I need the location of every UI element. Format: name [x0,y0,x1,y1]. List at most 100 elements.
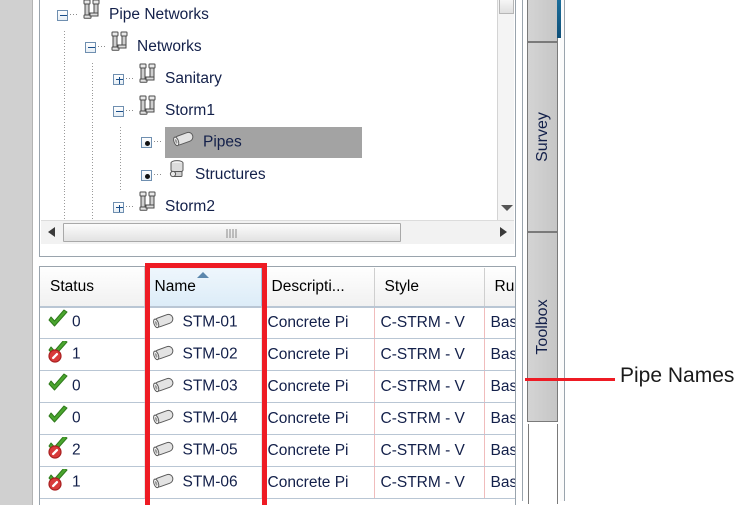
leaf-node-icon[interactable] [141,169,152,181]
column-header-name[interactable]: Name [143,267,262,308]
cell-rule[interactable]: Bas [484,370,516,403]
cell-description[interactable]: Concrete Pi [261,434,375,467]
pipe-network-icon [137,191,159,221]
status-count: 1 [72,473,81,491]
tab-strip-left-edge [522,0,526,501]
style-text: C-STRM - V [380,409,465,427]
pipe-name: STM-02 [182,345,238,363]
tab-toolbox[interactable]: Toolbox [527,232,558,422]
table-row[interactable]: 1 STM-02 Concrete Pi C-STRM - V Bas [40,338,516,371]
pipe-networks-tree-panel: Pipe Networks Networks Sanitary Storm1 Pipes… [39,0,516,257]
style-text: C-STRM - V [380,441,465,459]
cell-name[interactable]: STM-05 [144,434,262,467]
cell-status[interactable]: 0 [40,370,145,403]
rule-text: Bas [490,345,516,363]
table-row[interactable]: 1 STM-06 Concrete Pi C-STRM - V Bas [40,466,515,499]
structure-icon [165,159,189,191]
pipe-icon [151,439,177,462]
column-header-rule[interactable]: Ru [484,267,515,308]
expand-icon[interactable] [113,73,124,85]
table-row[interactable]: 2 STM-05 Concrete Pi C-STRM - V Bas [40,434,515,467]
cell-status[interactable]: 0 [40,306,145,339]
cell-style[interactable]: C-STRM - V [374,402,485,435]
collapse-icon[interactable] [85,41,96,53]
vertical-scrollbar-thumb[interactable] [499,0,514,14]
description-text: Concrete Pi [267,313,349,331]
tree-vertical-scrollbar[interactable] [497,0,514,221]
tree-item-structures[interactable]: Structures [41,159,497,191]
cell-style[interactable]: C-STRM - V [374,434,485,467]
tree-item-sanitary[interactable]: Sanitary [41,63,497,95]
tree-connector [126,77,135,79]
tree-connector [98,45,107,47]
tree-item-storm2[interactable]: Storm2 [41,191,497,221]
tree-item-pipe-networks[interactable]: Pipe Networks [41,0,497,31]
table-header-row: Status Name Descripti... Style Ru [40,267,515,308]
cell-rule[interactable]: Bas [484,402,516,435]
column-header-description[interactable]: Descripti... [261,267,375,308]
cell-rule[interactable]: Bas [484,434,515,467]
cell-style[interactable]: C-STRM - V [374,338,485,371]
cell-status[interactable]: 0 [40,402,145,435]
cell-rule[interactable]: Bas [484,466,515,499]
grip-icon [226,229,238,238]
cell-description[interactable]: Concrete Pi [261,306,375,339]
rule-text: Bas [490,377,516,395]
cell-style[interactable]: C-STRM - V [374,370,485,403]
pipe-icon [171,129,197,156]
cell-status[interactable]: 1 [40,466,145,499]
cell-description[interactable]: Concrete Pi [261,466,375,499]
status-warning-icon [46,467,70,496]
column-header-label: Ru [494,277,515,295]
cell-description[interactable]: Concrete Pi [261,338,375,371]
chevron-down-icon[interactable] [501,205,513,211]
cell-status[interactable]: 2 [40,434,145,467]
cell-style[interactable]: C-STRM - V [374,306,485,339]
rule-text: Bas [490,409,516,427]
expand-icon[interactable] [113,201,124,213]
cell-description[interactable]: Concrete Pi [261,402,375,435]
left-gutter [0,0,33,505]
tree-item-storm1[interactable]: Storm1 [41,95,497,127]
column-header-label: Descripti... [271,277,345,295]
cell-name[interactable]: STM-03 [144,370,262,403]
status-ok-icon [46,405,70,432]
tree-horizontal-scrollbar[interactable] [41,220,514,244]
tree-item-label: Pipe Networks [109,6,209,23]
sort-ascending-icon [196,272,209,278]
status-count: 0 [72,409,81,427]
tree-view[interactable]: Pipe Networks Networks Sanitary Storm1 Pipes… [41,0,497,221]
tab-strip-bottom-filler [528,424,558,504]
tab-toolbox-label: Toolbox [533,299,551,355]
collapse-icon[interactable] [57,9,68,21]
cell-style[interactable]: C-STRM - V [374,466,485,499]
pipe-icon [151,407,177,430]
scroll-right-button[interactable] [493,222,513,243]
cell-rule[interactable]: Bas [484,306,515,339]
leaf-node-icon[interactable] [141,137,152,149]
vtab-top-stub[interactable] [527,0,558,42]
table-body: 0 STM-01 Concrete Pi C-STRM - V Bas 1 STM-02 Co… [40,306,516,499]
right-tab-strip: Survey Toolbox [522,0,565,504]
column-header-status[interactable]: Status [40,267,145,308]
table-row[interactable]: 0 STM-03 Concrete Pi C-STRM - V Bas [40,370,516,403]
tree-connector [126,109,135,111]
collapse-icon[interactable] [113,105,124,117]
cell-name[interactable]: STM-01 [144,306,262,339]
cell-name[interactable]: STM-06 [144,466,262,499]
table-row[interactable]: 0 STM-04 Concrete Pi C-STRM - V Bas [40,402,516,435]
cell-status[interactable]: 1 [40,338,145,371]
cell-name[interactable]: STM-04 [144,402,262,435]
tab-survey[interactable]: Survey [527,42,558,232]
horizontal-scrollbar-thumb[interactable] [63,223,401,242]
style-text: C-STRM - V [380,377,465,395]
cell-rule[interactable]: Bas [484,338,516,371]
cell-name[interactable]: STM-02 [144,338,262,371]
table-row[interactable]: 0 STM-01 Concrete Pi C-STRM - V Bas [40,306,515,339]
scroll-left-button[interactable] [42,222,62,243]
tree-item-networks[interactable]: Networks [41,31,497,63]
tree-item-pipes[interactable]: Pipes [41,127,497,159]
column-header-style[interactable]: Style [374,267,485,308]
cell-description[interactable]: Concrete Pi [261,370,375,403]
pipe-icon [151,343,177,366]
